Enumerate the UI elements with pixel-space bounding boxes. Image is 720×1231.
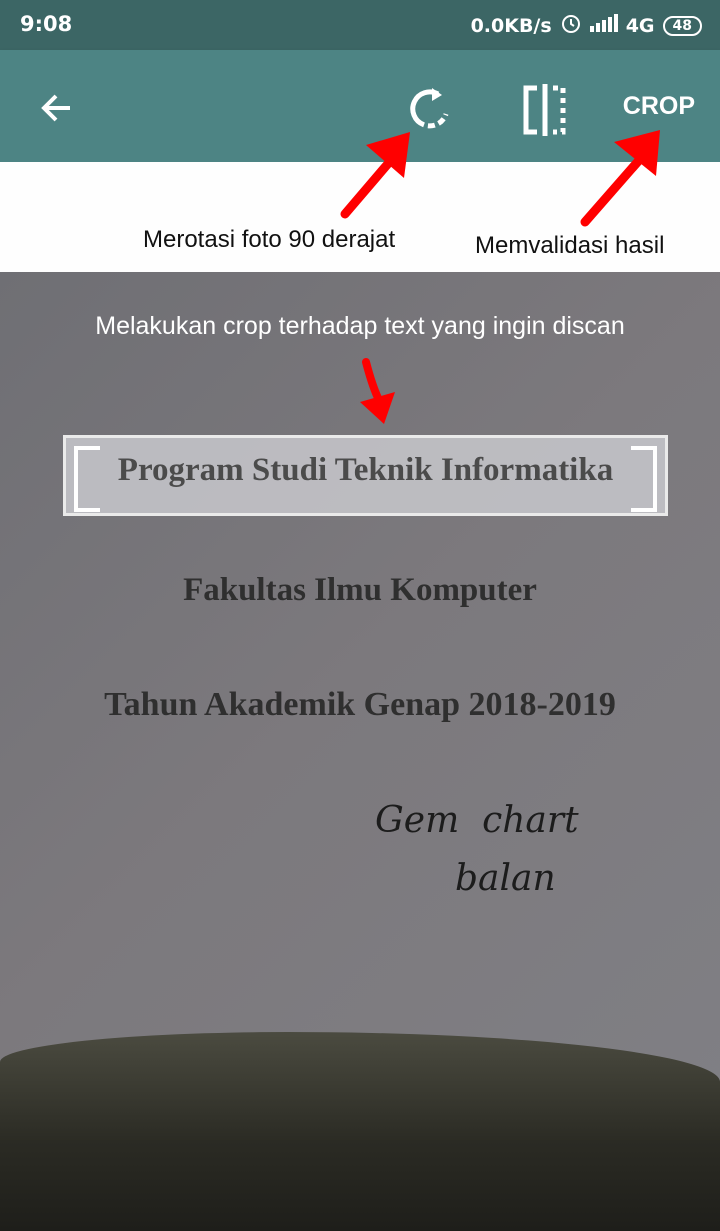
arrow-to-crop: [580, 130, 660, 227]
arrow-to-crop-box: [360, 358, 395, 424]
arrow-to-rotate: [340, 132, 410, 219]
annotation-arrows: [340, 130, 660, 424]
